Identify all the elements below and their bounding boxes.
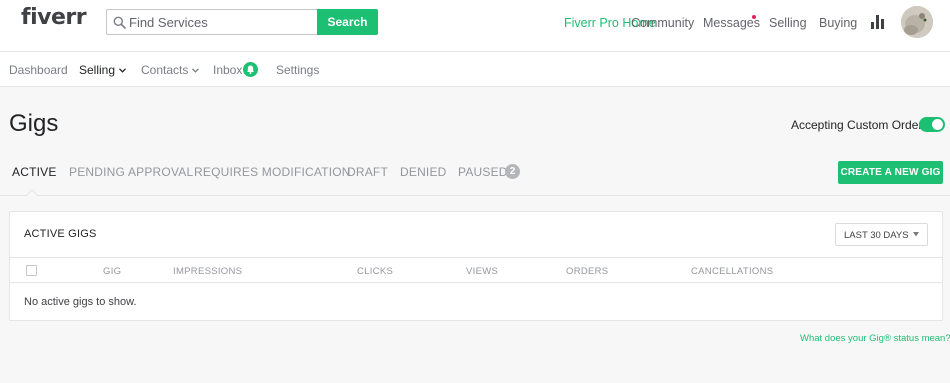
active-gigs-panel: ACTIVE GIGS LAST 30 DAYS GIG IMPRESSIONS…	[9, 211, 943, 321]
tabs-divider	[0, 195, 950, 196]
date-range-select[interactable]: LAST 30 DAYS	[835, 223, 928, 246]
search-icon	[113, 16, 126, 29]
subnav-contacts[interactable]: Contacts	[141, 63, 200, 77]
bell-icon	[247, 65, 254, 74]
tab-denied[interactable]: DENIED	[400, 165, 447, 179]
analytics-icon[interactable]	[871, 15, 884, 29]
gig-status-help-link[interactable]: What does your Gig® status mean?	[800, 333, 950, 344]
date-range-value: LAST 30 DAYS	[844, 230, 909, 241]
tab-requires-modification[interactable]: REQUIRES MODIFICATION	[194, 165, 351, 179]
tab-draft[interactable]: DRAFT	[347, 165, 388, 179]
top-header: fiverr Search Fiverr Pro Home Community …	[0, 0, 950, 52]
nav-community[interactable]: Community	[631, 16, 694, 30]
subnav-contacts-label: Contacts	[141, 63, 189, 77]
create-new-gig-button[interactable]: CREATE A NEW GIG	[838, 161, 943, 184]
active-tab-indicator	[26, 189, 38, 196]
avatar-image-icon	[901, 6, 933, 38]
chevron-down-icon	[119, 68, 126, 74]
inbox-notification-badge	[243, 62, 258, 77]
column-header-cancellations[interactable]: CANCELLATIONS	[691, 266, 773, 277]
user-avatar[interactable]	[901, 6, 933, 38]
custom-orders-toggle[interactable]	[919, 117, 945, 132]
subnav-dashboard[interactable]: Dashboard	[9, 63, 68, 77]
search-button[interactable]: Search	[317, 9, 378, 35]
messages-notification-dot	[752, 15, 756, 19]
tab-active[interactable]: ACTIVE	[12, 165, 57, 179]
subnav-settings[interactable]: Settings	[276, 63, 319, 77]
column-header-orders[interactable]: ORDERS	[566, 266, 608, 277]
paused-count-badge: 2	[505, 164, 520, 179]
chevron-down-icon	[192, 68, 200, 74]
search-input[interactable]	[129, 13, 314, 31]
select-all-checkbox[interactable]	[26, 265, 37, 276]
search-field[interactable]	[106, 9, 318, 35]
custom-orders-label: Accepting Custom Orders	[791, 118, 929, 132]
column-header-impressions[interactable]: IMPRESSIONS	[173, 266, 242, 277]
empty-state-message: No active gigs to show.	[24, 296, 137, 308]
search-bar: Search	[106, 9, 378, 35]
panel-title: ACTIVE GIGS	[24, 228, 97, 240]
tab-paused[interactable]: PAUSED	[458, 165, 508, 179]
tab-pending-approval[interactable]: PENDING APPROVAL	[69, 165, 193, 179]
fiverr-logo[interactable]: fiverr	[21, 5, 87, 30]
table-header: GIG IMPRESSIONS CLICKS VIEWS ORDERS CANC…	[10, 257, 942, 283]
subnav-selling[interactable]: Selling	[79, 63, 126, 77]
nav-selling[interactable]: Selling	[769, 16, 807, 30]
nav-buying[interactable]: Buying	[819, 16, 857, 30]
column-header-gig[interactable]: GIG	[103, 266, 121, 277]
subnav-inbox[interactable]: Inbox	[213, 63, 242, 77]
column-header-clicks[interactable]: CLICKS	[357, 266, 393, 277]
subnav-selling-label: Selling	[79, 63, 116, 77]
caret-down-icon	[913, 232, 919, 237]
toggle-knob	[932, 119, 943, 130]
column-header-views[interactable]: VIEWS	[466, 266, 498, 277]
page-title: Gigs	[9, 110, 59, 137]
